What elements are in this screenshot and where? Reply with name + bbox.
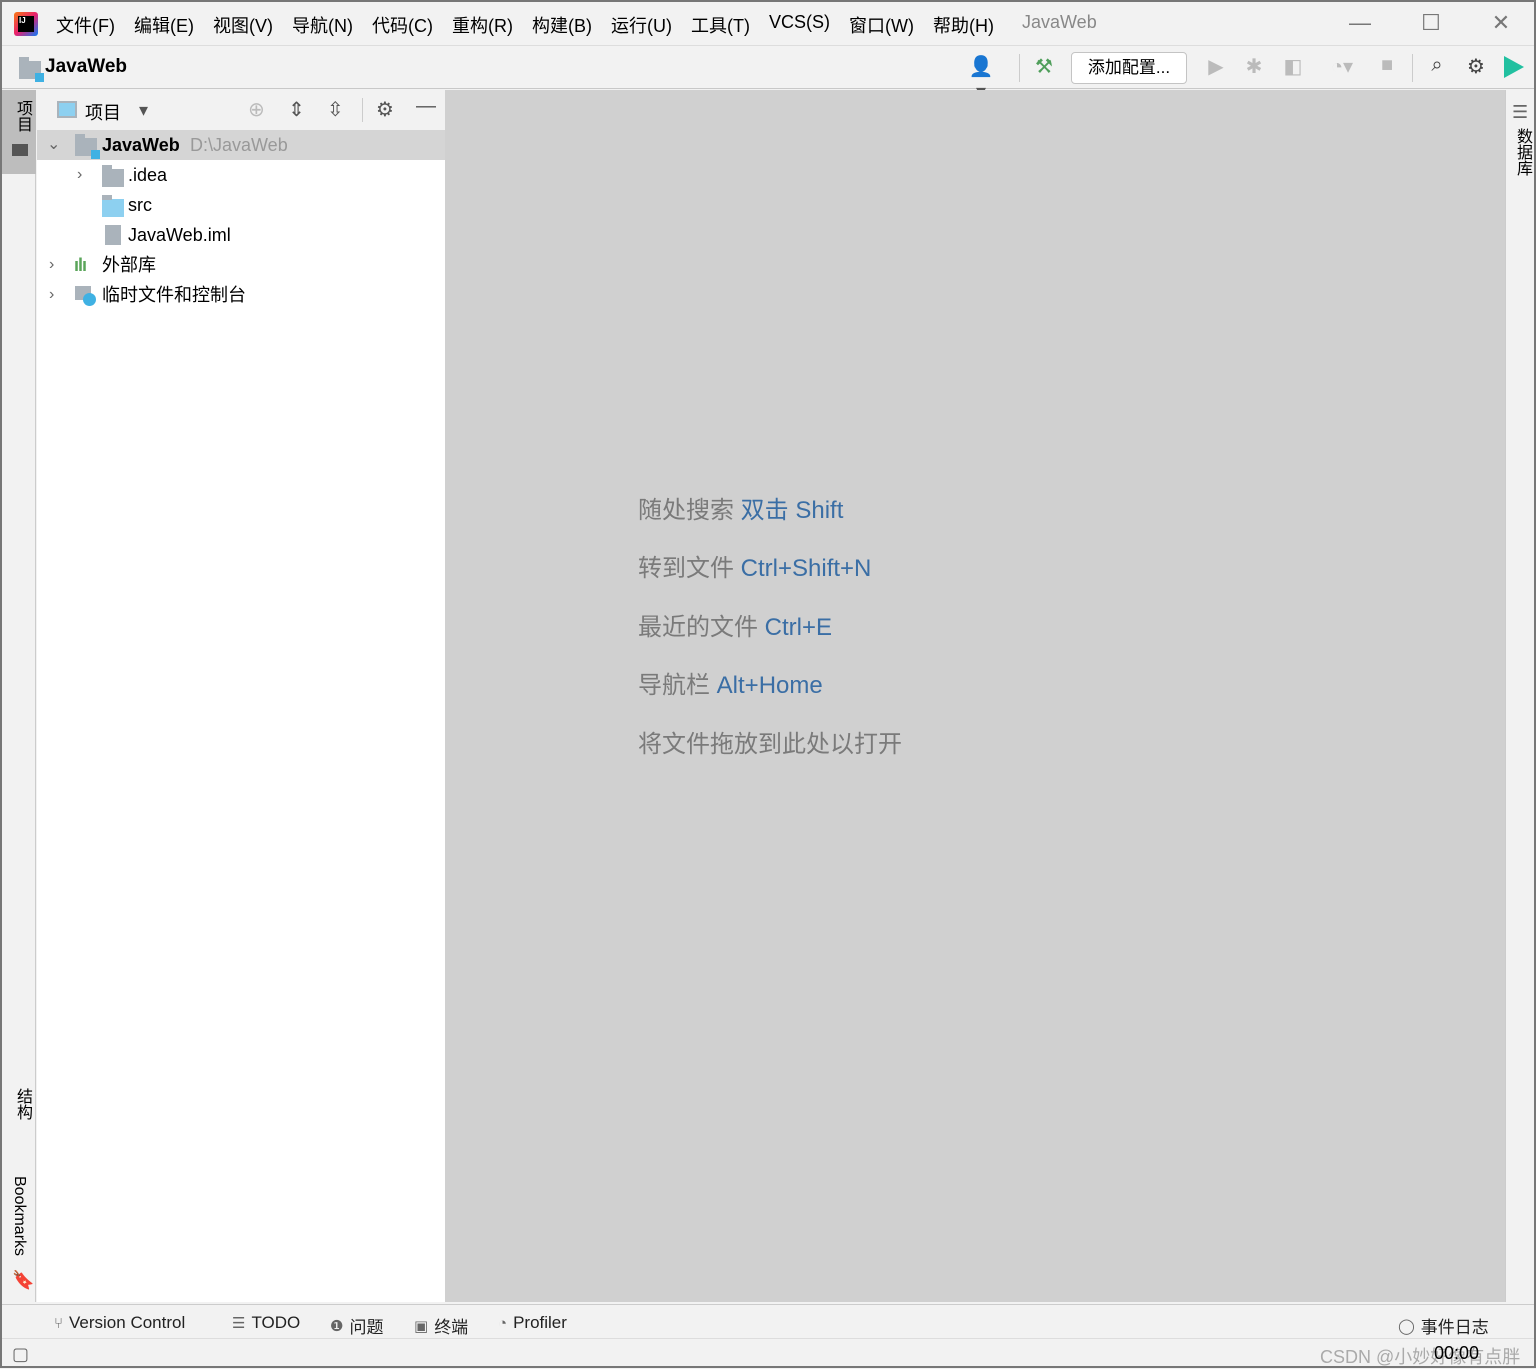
expand-all-icon[interactable]: ⇕ [288,97,305,122]
hint-recent-files: 最近的文件 Ctrl+E [638,614,833,641]
menu-refactor[interactable]: 重构(R) [452,12,513,38]
menu-file[interactable]: 文件(F) [56,12,115,38]
add-configuration-button[interactable]: 添加配置... [1071,52,1187,84]
bookmark-icon: 🔖 [12,1270,35,1290]
editor-empty-area: 随处搜索 双击 Shift 转到文件 Ctrl+Shift+N 最近的文件 Ct… [445,90,1505,1302]
branch-icon: ⑂ [54,1314,64,1332]
list-icon: ☰ [232,1315,246,1332]
project-tool-tab[interactable]: 项目 [2,90,36,174]
tool-window-bar: ⑂ Version Control ☰ TODO ❶ 问题 ▣ 终端 ◔ Profiler… [2,1304,1534,1338]
bookmarks-tool-tab[interactable]: Bookmarks [10,1176,28,1256]
iml-file-icon [105,225,121,245]
hint-drop-files: 将文件拖放到此处以打开 [638,731,902,758]
tree-item-iml[interactable]: JavaWeb.iml [37,220,445,250]
menu-help[interactable]: 帮助(H) [933,12,994,38]
breadcrumb-project[interactable]: JavaWeb [45,56,127,78]
terminal-icon: ▣ [414,1317,429,1335]
right-tool-strip: ☰ 数据库 [1505,90,1534,1302]
menu-tools[interactable]: 工具(T) [691,12,750,38]
hint-navigation-bar: 导航栏 Alt+Home [638,672,823,699]
hint-search-everywhere: 随处搜索 双击 Shift [638,497,844,524]
main-menu: 文件(F) 编辑(E) 视图(V) 导航(N) 代码(C) 重构(R) 构建(B… [56,12,1013,38]
debug-icon[interactable]: ✱ [1239,54,1269,79]
stop-icon[interactable]: ■ [1372,54,1402,77]
chevron-right-icon[interactable]: › [49,250,54,280]
run-icon[interactable]: ▶ [1201,54,1231,79]
tree-item-src[interactable]: src [37,190,445,220]
tree-item-idea[interactable]: › .idea [37,160,445,190]
project-view-icon [57,101,77,118]
menu-vcs[interactable]: VCS(S) [769,12,830,38]
menu-edit[interactable]: 编辑(E) [134,12,194,38]
status-time: 00:00 [1434,1343,1480,1363]
menu-code[interactable]: 代码(C) [372,12,433,38]
code-with-me-icon[interactable] [1504,56,1524,78]
todo-tab[interactable]: ☰ TODO [232,1313,300,1333]
intellij-logo-icon: IJ [14,12,38,36]
chevron-right-icon[interactable]: › [49,280,54,310]
folder-icon [12,144,28,156]
problems-tab[interactable]: ❶ 问题 [330,1313,383,1338]
build-hammer-icon[interactable]: ⚒ [1029,54,1059,79]
project-panel-header: 项目 ▾ ⊕ ⇕ ⇳ ⚙ — [37,90,445,130]
tree-item-external-libs[interactable]: › ılı 外部库 [37,250,445,280]
collapse-all-icon[interactable]: ⇳ [327,97,344,122]
search-icon[interactable]: ⌕ [1422,54,1452,77]
terminal-tab[interactable]: ▣ 终端 [414,1313,468,1338]
event-log-icon: ◯ [1398,1317,1415,1335]
profiler-icon: ◔ [498,1314,508,1332]
project-panel: 项目 ▾ ⊕ ⇕ ⇳ ⚙ — ⌄ JavaWeb D:\JavaWeb › .i… [37,90,445,1302]
event-log-tab[interactable]: ◯ 事件日志 [1398,1313,1489,1338]
hint-goto-file: 转到文件 Ctrl+Shift+N [638,555,872,582]
menu-bar: IJ 文件(F) 编辑(E) 视图(V) 导航(N) 代码(C) 重构(R) 构… [2,2,1534,46]
module-folder-icon [75,134,100,159]
structure-tool-tab[interactable]: 结构 [10,1088,34,1120]
tree-item-root[interactable]: ⌄ JavaWeb D:\JavaWeb [37,130,445,160]
version-control-tab[interactable]: ⑂ Version Control [54,1313,185,1333]
locate-icon[interactable]: ⊕ [248,97,265,122]
profile-run-icon[interactable]: ◔▾ [1318,54,1366,79]
folder-icon [102,165,124,187]
project-folder-icon [19,57,44,82]
settings-gear-icon[interactable]: ⚙ [1461,54,1491,79]
database-icon: ☰ [1512,102,1529,122]
source-folder-icon [102,195,124,217]
coverage-icon[interactable]: ◧ [1278,54,1308,79]
menu-build[interactable]: 构建(B) [532,12,592,38]
profiler-tab[interactable]: ◔ Profiler [498,1313,567,1333]
chevron-down-icon[interactable]: ▾ [139,100,148,121]
hide-panel-icon[interactable]: — [416,95,436,118]
menu-navigate[interactable]: 导航(N) [292,12,353,38]
menu-view[interactable]: 视图(V) [213,12,273,38]
watermark: CSDN @小妙好像有点胖 [1320,1347,1521,1367]
left-tool-strip: 项目 结构 Bookmarks 🔖 [2,90,36,1302]
menu-window[interactable]: 窗口(W) [849,12,914,38]
window-title: JavaWeb [1022,12,1097,32]
tree-item-scratches[interactable]: › 临时文件和控制台 [37,280,445,310]
chevron-down-icon[interactable]: ⌄ [47,130,60,160]
maximize-button[interactable]: ☐ [1416,10,1446,36]
database-tool-tab[interactable]: 数据库 [1510,128,1534,176]
library-icon: ılı [74,255,87,275]
minimize-button[interactable]: — [1345,10,1375,36]
status-bar: ▢ CSDN @小妙好像有点胖 00:00 [2,1338,1534,1368]
project-view-title[interactable]: 项目 [85,99,121,125]
close-button[interactable]: ✕ [1486,10,1516,36]
warning-icon: ❶ [330,1317,344,1335]
panel-gear-icon[interactable]: ⚙ [376,97,394,122]
toggle-tool-windows-icon[interactable]: ▢ [12,1344,29,1365]
menu-run[interactable]: 运行(U) [611,12,672,38]
chevron-right-icon[interactable]: › [77,160,82,190]
